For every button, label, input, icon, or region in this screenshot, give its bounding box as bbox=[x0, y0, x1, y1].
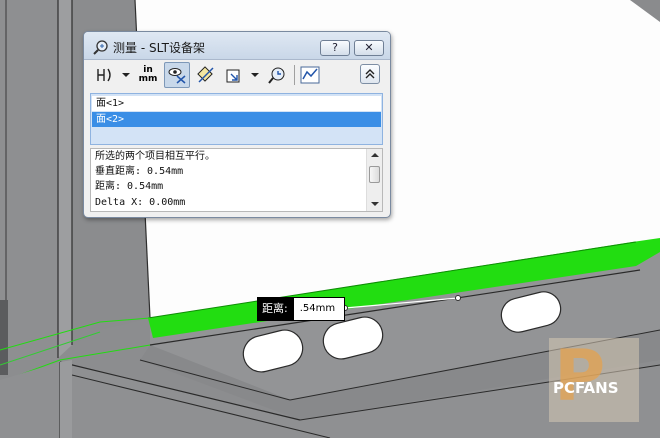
result-line: 距离: 0.54mm bbox=[95, 181, 164, 192]
measure-history-icon[interactable] bbox=[265, 62, 289, 88]
units-precision-icon[interactable]: in mm bbox=[136, 62, 160, 88]
results-scrollbar[interactable] bbox=[366, 149, 382, 211]
watermark-letter: P bbox=[554, 338, 605, 417]
measure-toolbar: in mm bbox=[90, 62, 386, 90]
callout-value: .54mm bbox=[292, 297, 345, 321]
chevron-down-icon[interactable] bbox=[122, 73, 130, 77]
measure-point bbox=[455, 295, 461, 301]
measure-icon bbox=[93, 40, 108, 55]
close-button[interactable]: ✕ bbox=[354, 40, 384, 56]
units-bottom-label: mm bbox=[138, 74, 158, 84]
selection-item[interactable]: 面<1> bbox=[92, 96, 381, 111]
arc-circle-icon[interactable] bbox=[92, 62, 116, 88]
dialog-title: 测量 - SLT设备架 bbox=[113, 41, 205, 55]
scroll-thumb[interactable] bbox=[369, 166, 380, 183]
result-line: 垂直距离: 0.54mm bbox=[95, 166, 184, 177]
selection-list[interactable]: 面<1> 面<2> bbox=[90, 93, 383, 145]
watermark-text: PCFANS bbox=[553, 379, 619, 397]
scroll-up-arrow-icon[interactable] bbox=[371, 153, 379, 157]
show-xyz-icon[interactable] bbox=[164, 62, 190, 88]
toolbar-separator bbox=[294, 65, 295, 85]
dialog-titlebar[interactable]: 测量 - SLT设备架 ? ✕ bbox=[84, 32, 390, 60]
measure-dialog[interactable]: 测量 - SLT设备架 ? ✕ in mm 面<1> 面<2> 所选的两个项目相… bbox=[83, 31, 391, 218]
point-to-point-icon[interactable] bbox=[194, 62, 218, 88]
chevron-down-icon[interactable] bbox=[251, 73, 259, 77]
collapse-icon[interactable] bbox=[360, 64, 380, 84]
result-line: Delta X: 0.00mm bbox=[95, 197, 186, 208]
scroll-down-arrow-icon[interactable] bbox=[371, 202, 379, 206]
callout-label: 距离: bbox=[257, 297, 293, 321]
results-panel: 所选的两个项目相互平行。 垂直距离: 0.54mm 距离: 0.54mm Del… bbox=[90, 148, 383, 212]
help-button[interactable]: ? bbox=[320, 40, 350, 56]
pcfans-watermark-logo: P PCFANS bbox=[549, 338, 639, 422]
distance-callout: 距离: .54mm bbox=[257, 297, 345, 321]
projection-icon[interactable] bbox=[222, 62, 246, 88]
result-line: 所选的两个项目相互平行。 bbox=[95, 151, 215, 162]
selection-item-selected[interactable]: 面<2> bbox=[92, 112, 381, 127]
sensor-icon[interactable] bbox=[298, 62, 322, 88]
